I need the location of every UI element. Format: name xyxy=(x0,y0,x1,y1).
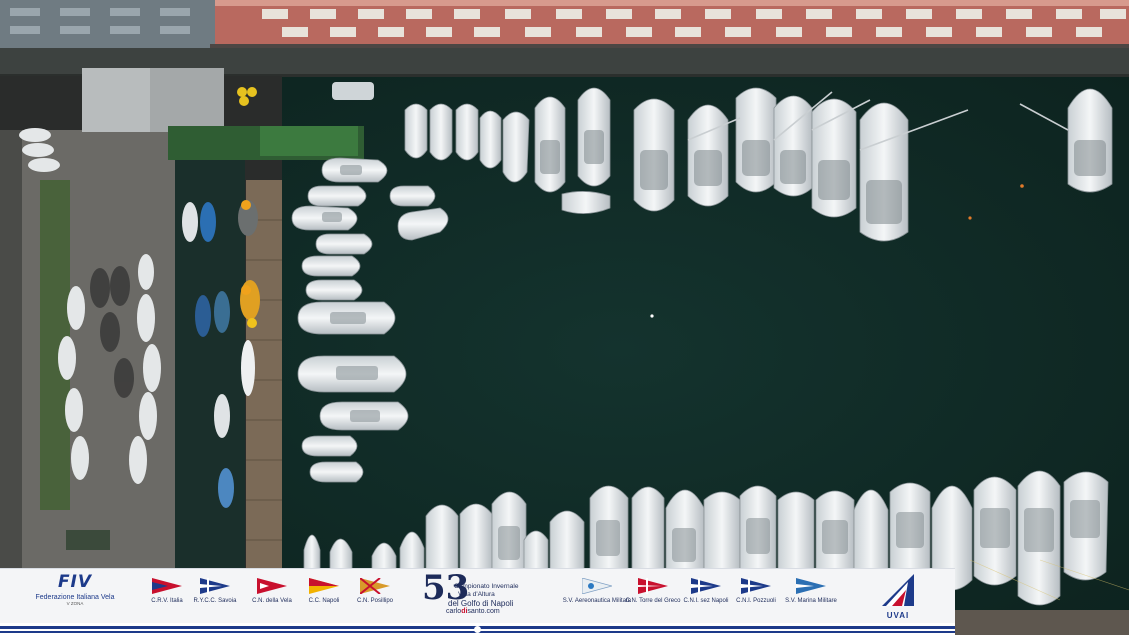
uvai-sail-icon xyxy=(882,574,914,606)
fiv-logo: FIV Federazione Italiana Vela V ZONA xyxy=(30,572,120,620)
championship-line2: Vela d'Altura xyxy=(458,591,495,598)
fiv-logo-name: Federazione Italiana Vela xyxy=(35,594,115,601)
club-cn-posillipo: C.N. Posillipo xyxy=(336,578,414,605)
championship-logo: 53 Campionato Invernale Vela d'Altura de… xyxy=(422,570,532,620)
fiv-logo-tag: V ZONA xyxy=(66,601,84,606)
club-burgee-icon xyxy=(582,578,612,594)
uvai-logo: UVAI xyxy=(876,572,920,620)
club-burgee-icon xyxy=(796,578,826,594)
club-sv-marina-militare: S.V. Marina Militare xyxy=(772,578,850,605)
championship-line3: del Golfo di Napoli xyxy=(448,599,514,608)
waterfront-building xyxy=(0,0,1129,50)
championship-line1: Campionato Invernale xyxy=(454,583,519,590)
banner-stripe xyxy=(0,623,955,635)
club-burgee-icon xyxy=(257,578,287,594)
club-burgee-icon xyxy=(741,578,771,594)
uvai-label: UVAI xyxy=(886,611,910,620)
club-burgee-icon xyxy=(360,578,390,594)
club-burgee-icon xyxy=(638,578,668,594)
club-label: S.V. Marina Militare xyxy=(785,598,837,604)
fiv-logo-mark: FIV xyxy=(57,572,93,592)
club-burgee-icon xyxy=(200,578,230,594)
seagull xyxy=(650,314,654,318)
aerial-harbor-photo xyxy=(0,0,1129,635)
club-label: C.N. Posillipo xyxy=(356,598,393,604)
bottom-quay xyxy=(955,610,1129,635)
club-burgee-icon xyxy=(309,578,339,594)
championship-url: carlodisanto.com xyxy=(446,608,500,615)
